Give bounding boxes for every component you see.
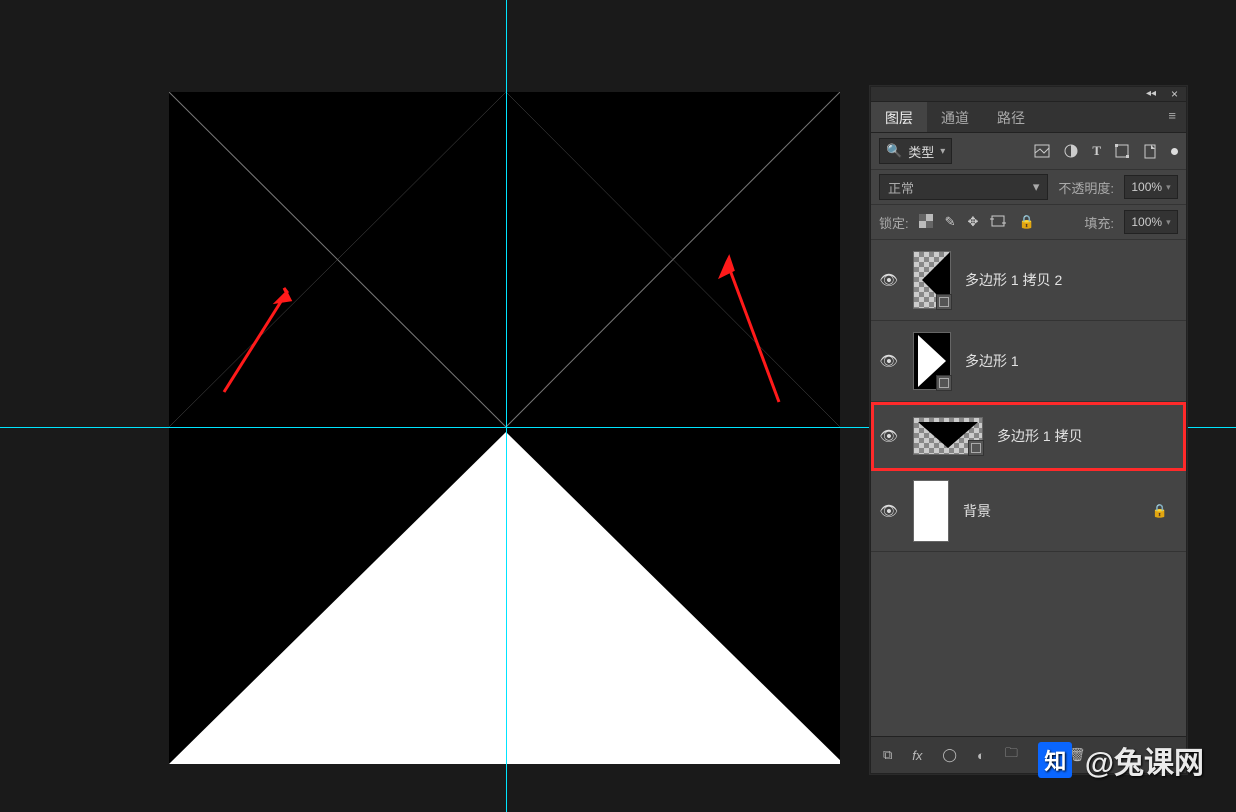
blend-mode-select[interactable]: 正常 ▾ [879,174,1048,200]
lock-transparency-icon[interactable] [919,214,933,231]
tab-layers[interactable]: 图层 [871,102,927,132]
layer-row[interactable]: 👁 多边形 1 [871,321,1186,402]
layer-mask-icon[interactable]: ◯ [942,747,957,763]
layers-panel: ◂◂ × 图层 通道 路径 ≡ 🔍 类型 ▾ T [870,86,1187,774]
visibility-toggle-icon[interactable]: 👁 [879,352,899,370]
filter-shape-icon[interactable] [1115,143,1129,159]
vector-mask-badge [936,375,952,391]
blend-mode-value: 正常 [888,178,914,197]
visibility-toggle-icon[interactable]: 👁 [879,502,899,520]
canvas-artwork [169,92,840,764]
visibility-toggle-icon[interactable]: 👁 [879,271,899,289]
panel-tabs: 图层 通道 路径 ≡ [871,102,1186,133]
guide-vertical[interactable] [506,0,507,812]
filter-adjustment-icon[interactable] [1064,143,1078,159]
layer-row-selected[interactable]: 👁 多边形 1 拷贝 [871,402,1186,471]
lock-row: 锁定: ✎ ✥ 🔒 填充: 100% ▾ [871,205,1186,240]
filter-type-t-icon[interactable]: T [1092,143,1101,159]
layer-name[interactable]: 多边形 1 拷贝 [997,426,1083,446]
filter-smartobject-icon[interactable] [1143,143,1157,159]
filter-pixel-icon[interactable] [1034,143,1050,159]
lock-label: 锁定: [879,213,909,232]
fill-label: 填充: [1084,213,1114,232]
chevron-down-icon: ▾ [1166,182,1171,193]
app-stage: ◂◂ × 图层 通道 路径 ≡ 🔍 类型 ▾ T [0,0,1236,812]
layer-row[interactable]: 👁 多边形 1 拷贝 2 [871,240,1186,321]
layer-lock-icon[interactable]: 🔒 [1152,503,1168,519]
canvas[interactable] [169,92,840,764]
link-layers-icon[interactable]: ⧉ [883,747,892,763]
chevron-down-icon: ▾ [1166,217,1171,228]
filter-toggle-dot[interactable] [1171,143,1178,159]
lock-pixels-icon[interactable]: ✎ [945,214,956,231]
vector-mask-badge [936,294,952,310]
layer-name[interactable]: 背景 [963,501,991,521]
fill-field[interactable]: 100% ▾ [1124,210,1178,234]
chevron-down-icon: ▾ [1033,179,1040,195]
filter-type-label: 类型 [908,142,934,161]
layer-row[interactable]: 👁 背景 🔒 [871,471,1186,552]
fill-value: 100% [1131,215,1162,229]
filter-icons: T [1034,143,1178,159]
tab-paths[interactable]: 路径 [983,102,1039,132]
blend-row: 正常 ▾ 不透明度: 100% ▾ [871,170,1186,205]
zhihu-logo: 知 [1038,742,1072,778]
layer-thumbnail[interactable] [913,480,949,542]
adjustment-layer-icon[interactable]: ◐ [977,748,985,763]
layer-name[interactable]: 多边形 1 [965,351,1019,371]
layer-thumbnail[interactable] [913,251,951,309]
opacity-field[interactable]: 100% ▾ [1124,175,1178,199]
layer-name[interactable]: 多边形 1 拷贝 2 [965,270,1062,290]
watermark: 知 @兔课网 [1038,738,1204,782]
layer-filter-row: 🔍 类型 ▾ T [871,133,1186,170]
panel-header: ◂◂ × [871,87,1186,102]
filter-type-select[interactable]: 🔍 类型 ▾ [879,138,952,164]
layer-group-icon[interactable]: 🗀 [1005,744,1018,766]
opacity-label: 不透明度: [1058,178,1114,197]
chevron-down-icon: ▾ [940,146,945,157]
lock-icons: ✎ ✥ 🔒 [919,214,1035,231]
lock-position-icon[interactable]: ✥ [968,214,979,231]
vector-mask-badge [968,440,984,456]
visibility-toggle-icon[interactable]: 👁 [879,427,899,445]
tab-channels[interactable]: 通道 [927,102,983,132]
layer-thumbnail[interactable] [913,332,951,390]
opacity-value: 100% [1131,180,1162,194]
lock-all-icon[interactable]: 🔒 [1018,214,1034,231]
watermark-text: @兔课网 [1076,747,1204,780]
panel-menu-icon[interactable]: ≡ [1158,102,1186,132]
lock-artboard-icon[interactable] [990,214,1006,231]
panel-close-icon[interactable]: × [1171,87,1178,101]
panel-collapse-icon[interactable]: ◂◂ [1146,88,1156,99]
search-icon: 🔍 [886,143,902,159]
layer-thumbnail[interactable] [913,417,983,455]
layer-fx-icon[interactable]: fx [912,748,922,763]
layers-list: 👁 多边形 1 拷贝 2 👁 多边形 1 👁 [871,240,1186,552]
